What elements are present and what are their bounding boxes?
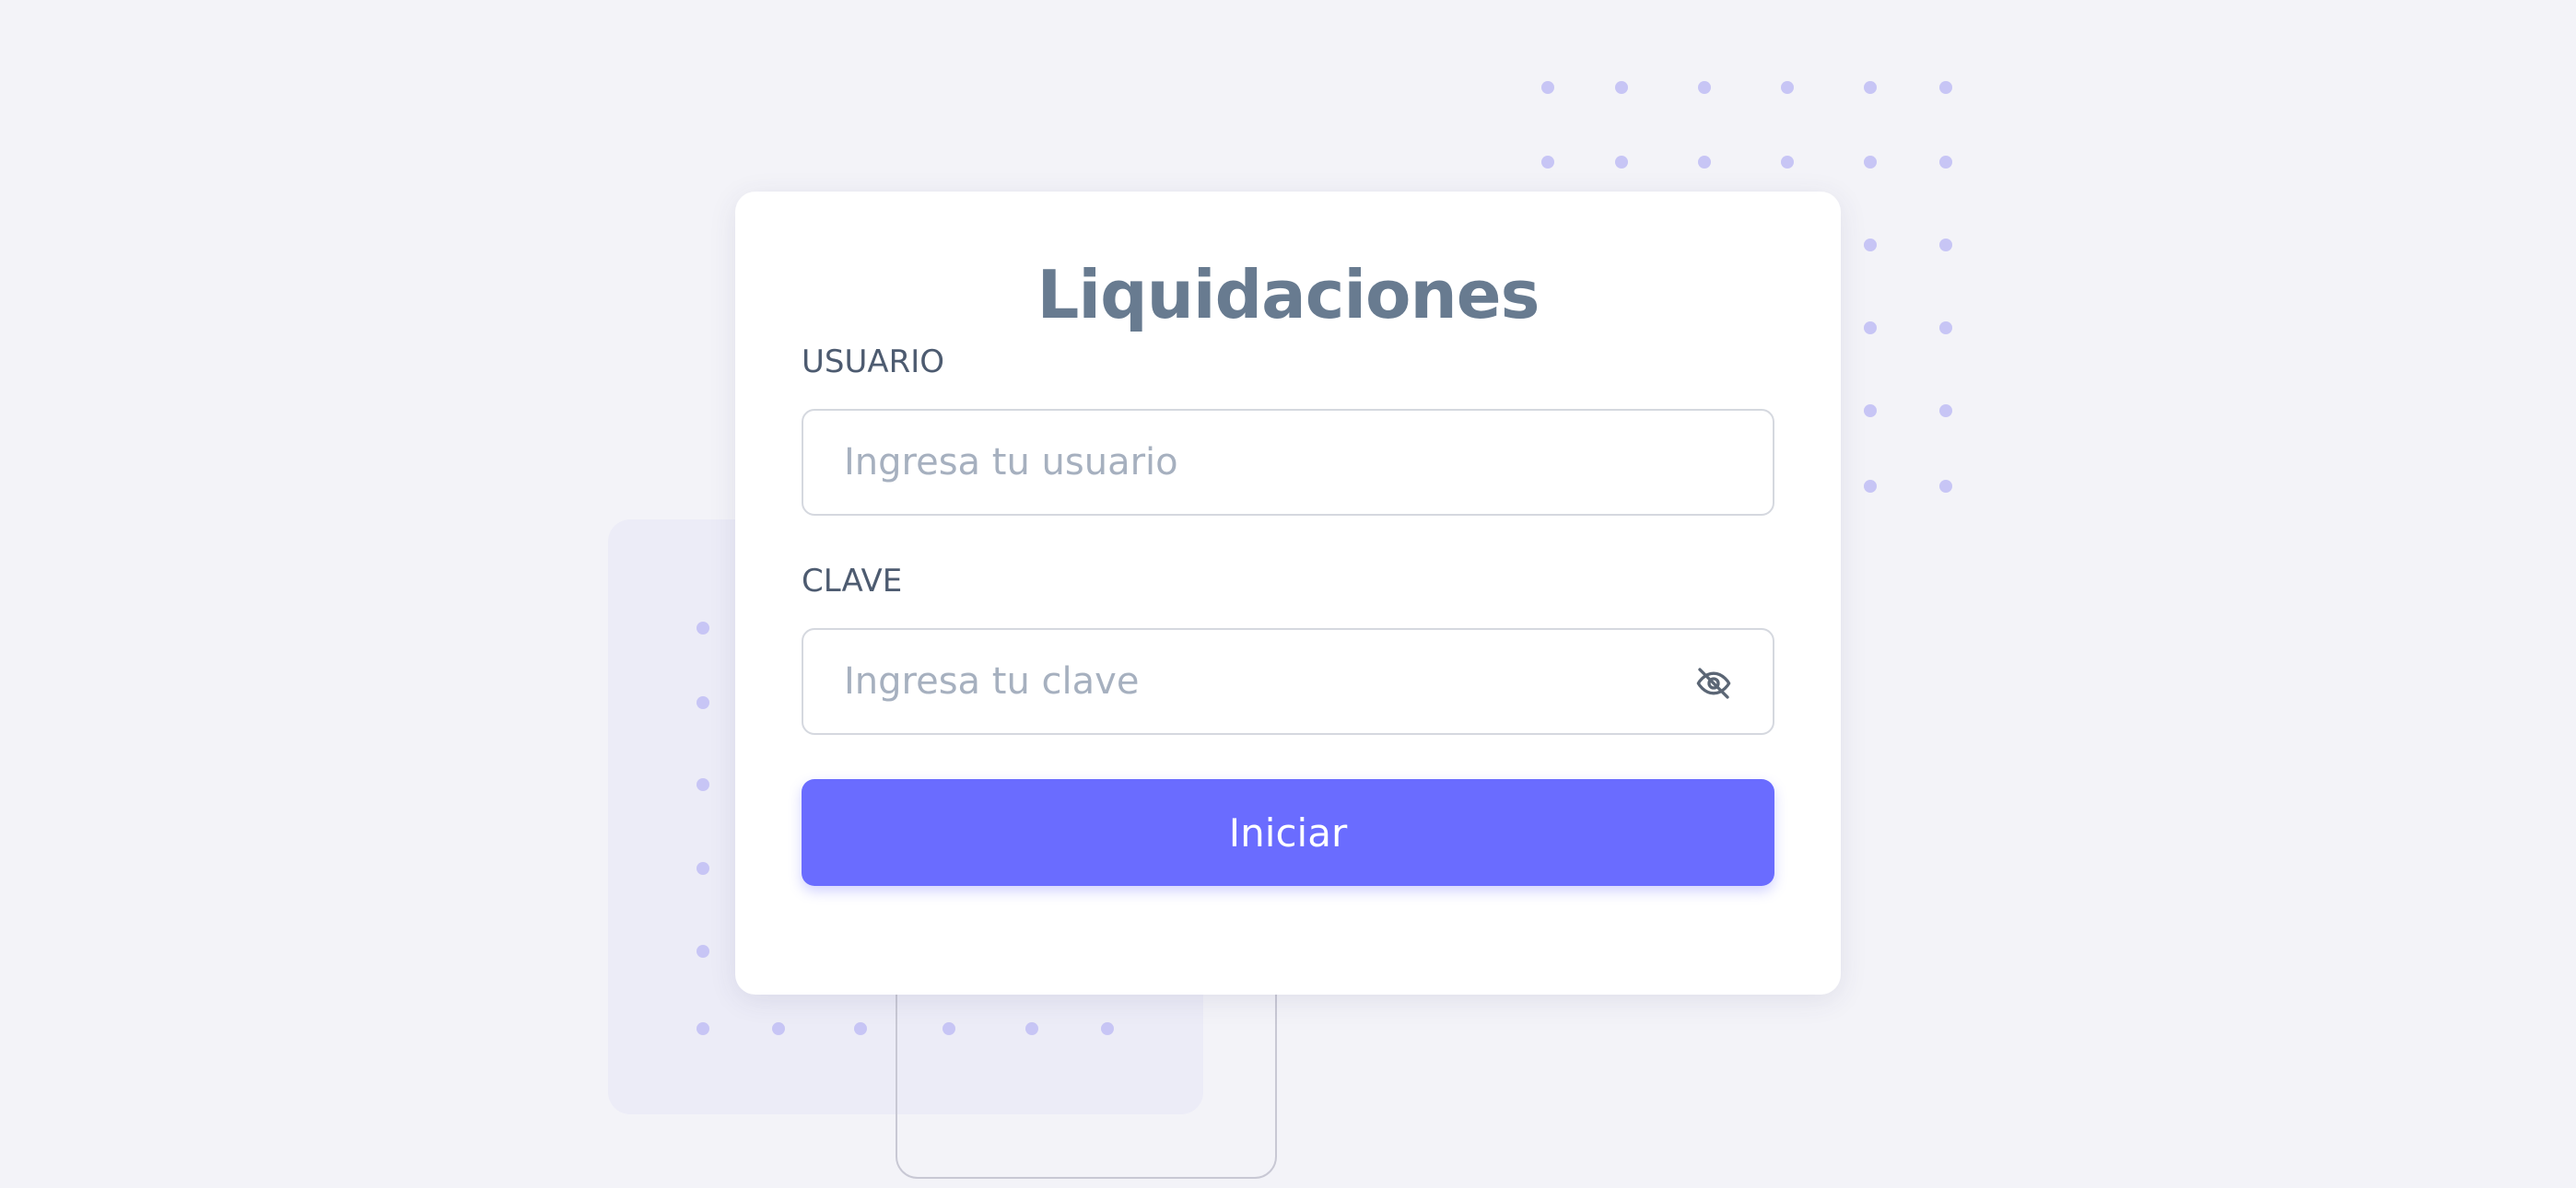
decor-dot: [1025, 1022, 1038, 1035]
decor-dot: [1864, 156, 1877, 169]
decor-dot: [697, 622, 709, 635]
decor-dot: [1781, 81, 1794, 94]
decor-dot: [1864, 239, 1877, 251]
page-title: Liquidaciones: [1036, 256, 1540, 333]
decor-dot: [1939, 321, 1952, 334]
decor-dot: [772, 1022, 785, 1035]
username-field-wrapper: [802, 409, 1774, 516]
decor-dot: [943, 1022, 955, 1035]
decor-dot: [1541, 156, 1554, 169]
decor-dot: [1939, 239, 1952, 251]
password-input[interactable]: [803, 630, 1773, 733]
decor-dot: [1615, 81, 1628, 94]
decor-dot: [1101, 1022, 1114, 1035]
decor-dot: [1541, 81, 1554, 94]
decor-dot: [1698, 81, 1711, 94]
decor-dot: [1864, 480, 1877, 493]
decor-dot: [1864, 321, 1877, 334]
decor-dot: [1939, 156, 1952, 169]
decor-dot: [1939, 480, 1952, 493]
decor-dot: [1939, 81, 1952, 94]
decor-dot: [697, 696, 709, 709]
decor-dot: [697, 778, 709, 791]
decor-dot: [1864, 404, 1877, 417]
password-field-wrapper: [802, 628, 1774, 735]
submit-button[interactable]: Iniciar: [802, 779, 1774, 886]
decor-dot: [1781, 156, 1794, 169]
username-input[interactable]: [803, 411, 1773, 514]
decor-dot: [697, 862, 709, 875]
decor-dot: [854, 1022, 867, 1035]
password-label: CLAVE: [802, 563, 903, 600]
username-label: USUARIO: [802, 344, 945, 380]
login-page: Liquidaciones USUARIO CLAVE Iniciar: [0, 0, 2576, 1188]
decor-dot: [697, 945, 709, 958]
login-card: Liquidaciones USUARIO CLAVE Iniciar: [735, 192, 1841, 995]
eye-slash-icon[interactable]: [1695, 665, 1732, 702]
decor-dot: [1864, 81, 1877, 94]
decor-dot: [697, 1022, 709, 1035]
decor-dot: [1939, 404, 1952, 417]
decor-dot: [1615, 156, 1628, 169]
decor-dot: [1698, 156, 1711, 169]
